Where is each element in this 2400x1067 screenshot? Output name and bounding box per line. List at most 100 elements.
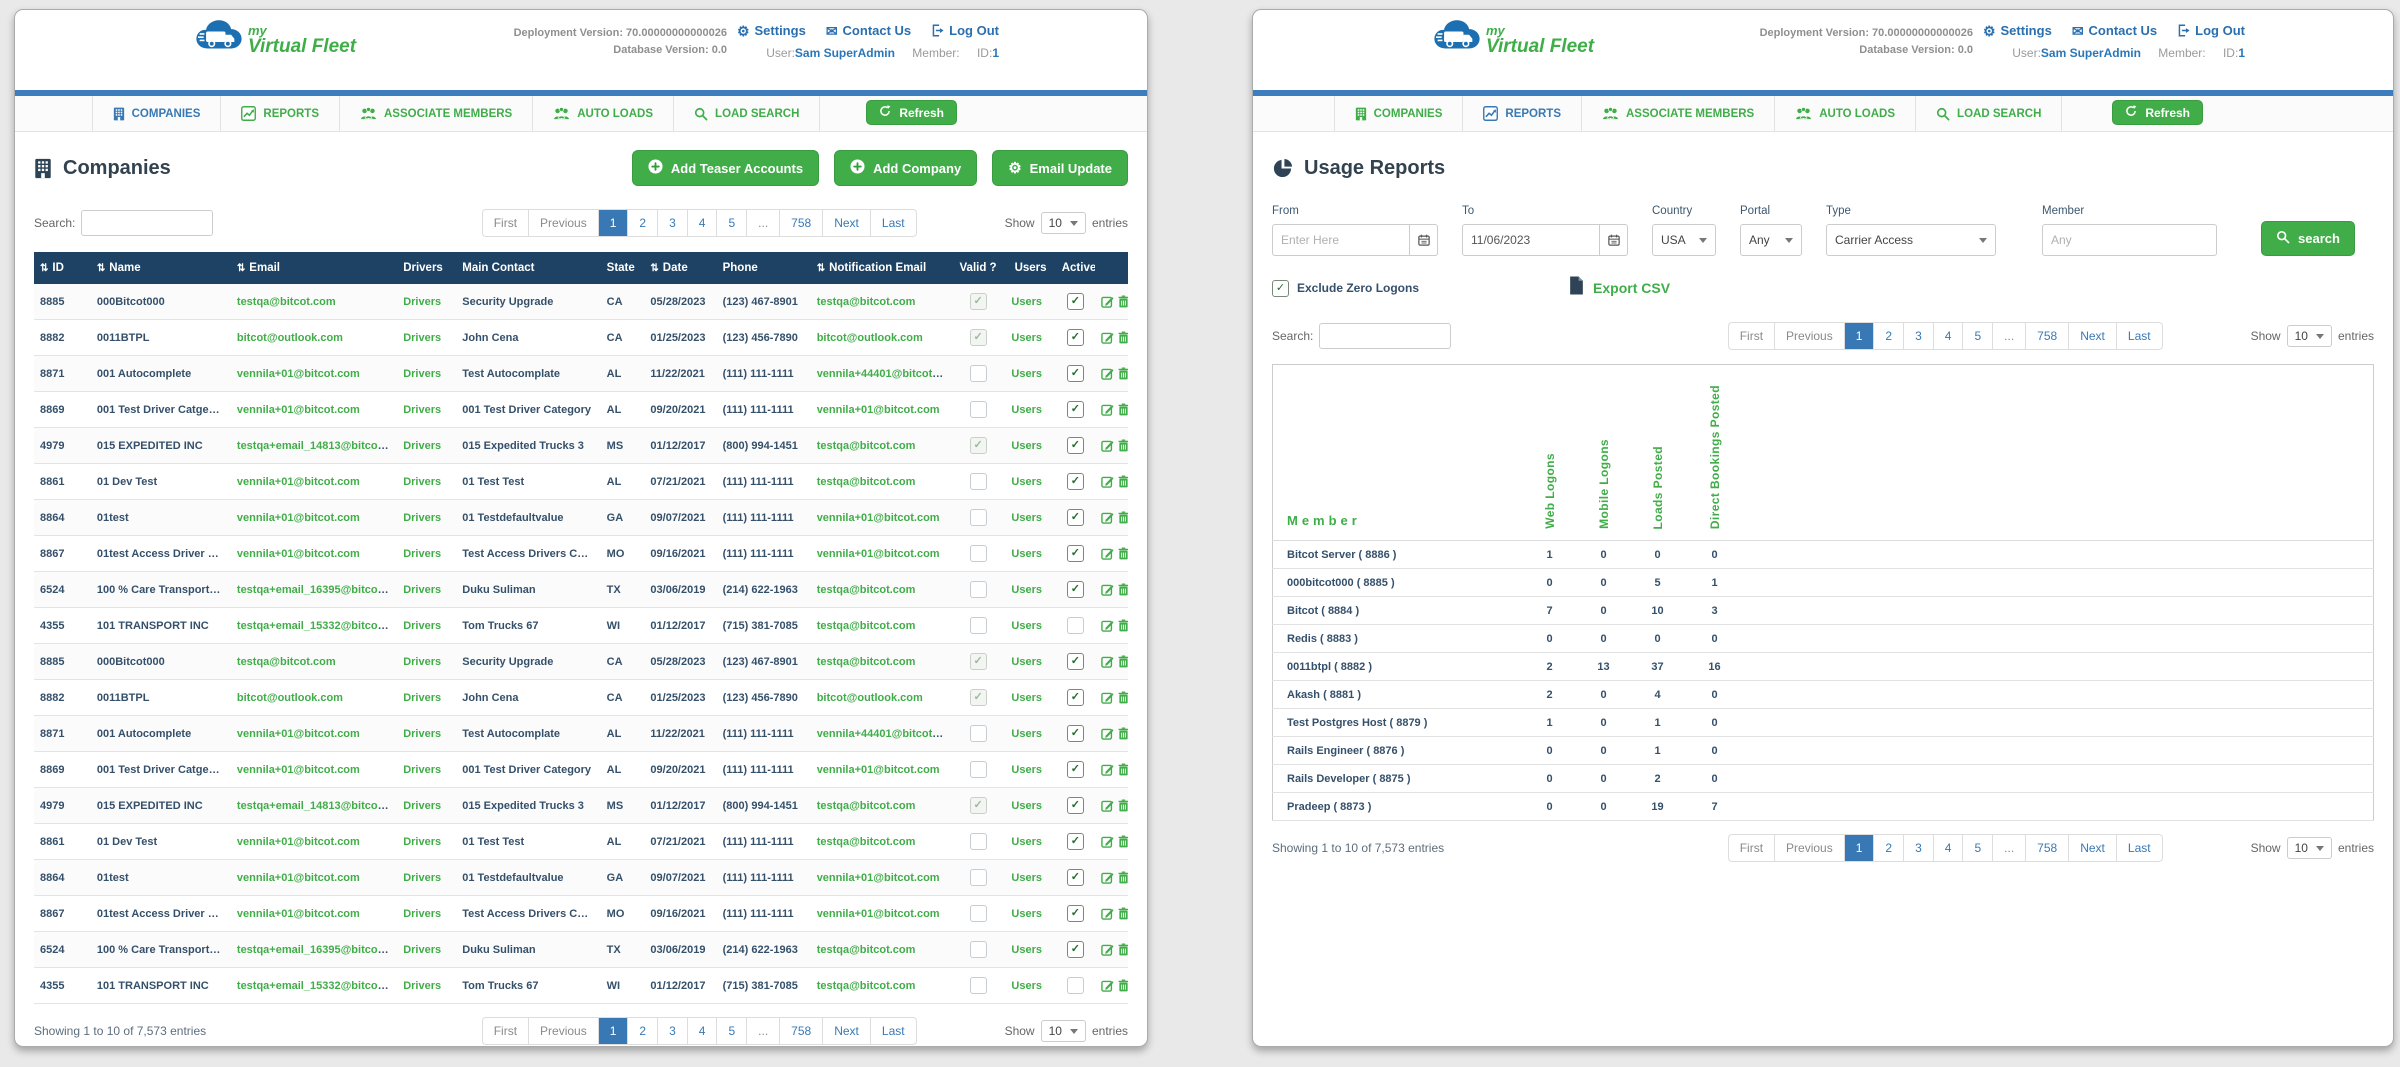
country-select[interactable]: USA [1652, 224, 1716, 256]
email-link[interactable]: testqa@bitcot.com [237, 656, 336, 668]
users-link[interactable]: Users [1011, 764, 1042, 776]
notification-email-link[interactable]: testqa@bitcot.com [817, 836, 916, 848]
drivers-link[interactable]: Drivers [403, 656, 441, 668]
edit-icon[interactable] [1101, 979, 1114, 992]
delete-icon[interactable] [1118, 583, 1128, 596]
edit-icon[interactable] [1101, 403, 1114, 416]
drivers-link[interactable]: Drivers [403, 512, 441, 524]
delete-icon[interactable] [1118, 655, 1128, 668]
page-next[interactable]: Next [823, 210, 871, 236]
nav-item-companies[interactable]: COMPANIES [92, 96, 222, 131]
active-checkbox[interactable]: ✓ [1067, 365, 1084, 382]
page-last[interactable]: Last [871, 210, 916, 236]
notification-email-link[interactable]: vennila+01@bitcot.com [817, 404, 940, 416]
page-4[interactable]: 4 [1934, 835, 1964, 861]
valid-checkbox[interactable]: ✓ [970, 473, 987, 490]
page-1[interactable]: 1 [599, 1018, 629, 1044]
active-checkbox[interactable]: ✓ [1067, 617, 1084, 634]
page-4[interactable]: 4 [1934, 323, 1964, 349]
edit-icon[interactable] [1101, 511, 1114, 524]
email-link[interactable]: testqa+email_14813@bitcot.com [237, 800, 397, 812]
sort-icon[interactable]: ⇅ [40, 263, 48, 274]
drivers-link[interactable]: Drivers [403, 728, 441, 740]
nav-item-associate-members[interactable]: ASSOCIATE MEMBERS [340, 96, 533, 131]
page-758[interactable]: 758 [2026, 323, 2069, 349]
users-link[interactable]: Users [1011, 728, 1042, 740]
delete-icon[interactable] [1118, 835, 1128, 848]
search-button[interactable]: search [2261, 221, 2355, 256]
delete-icon[interactable] [1118, 943, 1128, 956]
valid-checkbox[interactable]: ✓ [970, 833, 987, 850]
nav-item-associate-members[interactable]: ASSOCIATE MEMBERS [1582, 96, 1775, 131]
sort-icon[interactable]: ⇅ [817, 263, 825, 274]
drivers-link[interactable]: Drivers [403, 404, 441, 416]
page-previous[interactable]: Previous [1775, 323, 1845, 349]
active-checkbox[interactable]: ✓ [1067, 509, 1084, 526]
active-checkbox[interactable]: ✓ [1067, 905, 1084, 922]
email-link[interactable]: testqa+email_15332@bitcot.com [237, 980, 397, 992]
page-1[interactable]: 1 [599, 210, 629, 236]
log-out-link[interactable]: Log Out [2177, 23, 2245, 38]
valid-checkbox[interactable]: ✓ [970, 401, 987, 418]
users-link[interactable]: Users [1011, 692, 1042, 704]
active-checkbox[interactable]: ✓ [1067, 653, 1084, 670]
page-next[interactable]: Next [823, 1018, 871, 1044]
active-checkbox[interactable]: ✓ [1067, 473, 1084, 490]
edit-icon[interactable] [1101, 331, 1114, 344]
portal-select[interactable]: Any [1740, 224, 1802, 256]
edit-icon[interactable] [1101, 295, 1114, 308]
edit-icon[interactable] [1101, 439, 1114, 452]
users-link[interactable]: Users [1011, 512, 1042, 524]
active-checkbox[interactable]: ✓ [1067, 581, 1084, 598]
page-758[interactable]: 758 [2026, 835, 2069, 861]
drivers-link[interactable]: Drivers [403, 620, 441, 632]
column-header-email[interactable]: ⇅Email [231, 252, 397, 284]
drivers-link[interactable]: Drivers [403, 908, 441, 920]
page-5[interactable]: 5 [1963, 323, 1993, 349]
valid-checkbox[interactable]: ✓ [970, 617, 987, 634]
table-search-input[interactable] [1319, 323, 1451, 349]
email-link[interactable]: vennila+01@bitcot.com [237, 512, 360, 524]
drivers-link[interactable]: Drivers [403, 368, 441, 380]
delete-icon[interactable] [1118, 511, 1128, 524]
notification-email-link[interactable]: testqa@bitcot.com [817, 800, 916, 812]
page-2[interactable]: 2 [1874, 323, 1904, 349]
notification-email-link[interactable]: bitcot@outlook.com [817, 692, 923, 704]
valid-checkbox[interactable]: ✓ [970, 545, 987, 562]
add-company-button[interactable]: Add Company [834, 150, 977, 186]
drivers-link[interactable]: Drivers [403, 800, 441, 812]
page-last[interactable]: Last [871, 1018, 916, 1044]
delete-icon[interactable] [1118, 331, 1128, 344]
notification-email-link[interactable]: testqa@bitcot.com [817, 980, 916, 992]
active-checkbox[interactable]: ✓ [1067, 833, 1084, 850]
email-link[interactable]: testqa+email_15332@bitcot.com [237, 620, 397, 632]
edit-icon[interactable] [1101, 367, 1114, 380]
notification-email-link[interactable]: testqa@bitcot.com [817, 296, 916, 308]
page-2[interactable]: 2 [1874, 835, 1904, 861]
edit-icon[interactable] [1101, 619, 1114, 632]
entries-per-page-select[interactable]: 10 [1041, 1020, 1086, 1042]
delete-icon[interactable] [1118, 295, 1128, 308]
delete-icon[interactable] [1118, 547, 1128, 560]
delete-icon[interactable] [1118, 727, 1128, 740]
page-previous[interactable]: Previous [1775, 835, 1845, 861]
valid-checkbox[interactable]: ✓ [970, 293, 987, 310]
app-logo[interactable]: my Virtual Fleet [1431, 17, 1594, 64]
valid-checkbox[interactable]: ✓ [970, 797, 987, 814]
edit-icon[interactable] [1101, 907, 1114, 920]
notification-email-link[interactable]: testqa@bitcot.com [817, 440, 916, 452]
notification-email-link[interactable]: vennila+01@bitcot.com [817, 512, 940, 524]
notification-email-link[interactable]: vennila+01@bitcot.com [817, 764, 940, 776]
nav-item-load-search[interactable]: LOAD SEARCH [674, 96, 820, 131]
email-link[interactable]: testqa+email_14813@bitcot.com [237, 440, 397, 452]
users-link[interactable]: Users [1011, 440, 1042, 452]
users-link[interactable]: Users [1011, 872, 1042, 884]
sort-icon[interactable]: ⇅ [237, 263, 245, 274]
member-input[interactable] [2042, 224, 2217, 256]
page-first[interactable]: First [1729, 323, 1775, 349]
drivers-link[interactable]: Drivers [403, 764, 441, 776]
email-link[interactable]: vennila+01@bitcot.com [237, 728, 360, 740]
page-last[interactable]: Last [2117, 835, 2162, 861]
email-link[interactable]: vennila+01@bitcot.com [237, 548, 360, 560]
users-link[interactable]: Users [1011, 368, 1042, 380]
